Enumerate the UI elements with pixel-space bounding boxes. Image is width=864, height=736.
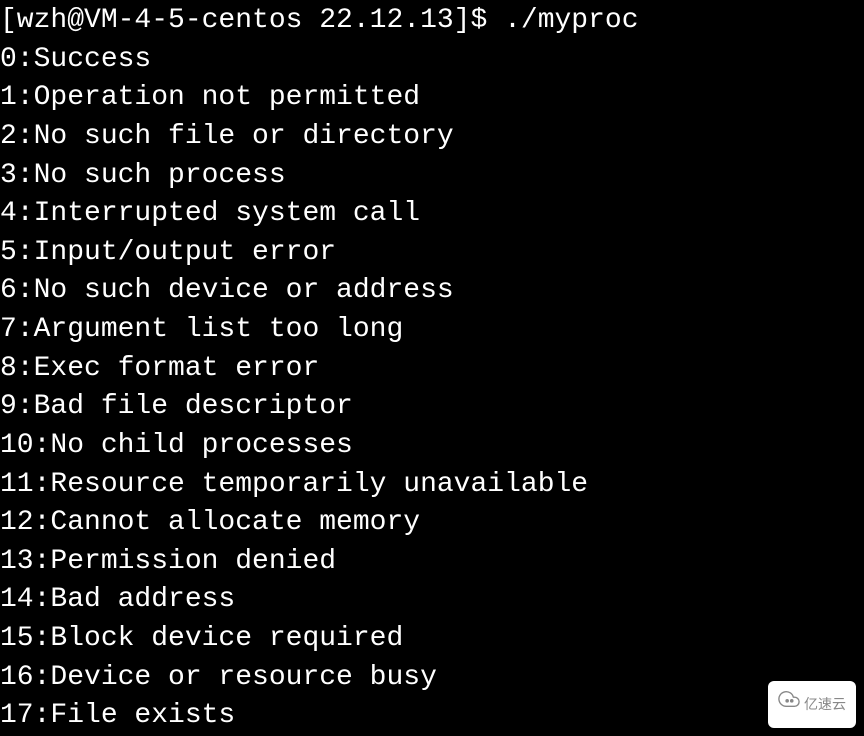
- command-prompt: [wzh@VM-4-5-centos 22.12.13]$ ./myproc: [0, 2, 864, 41]
- output-line: 0:Success: [0, 41, 864, 80]
- output-line: 11:Resource temporarily unavailable: [0, 466, 864, 505]
- terminal-window[interactable]: [wzh@VM-4-5-centos 22.12.13]$ ./myproc 0…: [0, 0, 864, 736]
- output-line: 16:Device or resource busy: [0, 659, 864, 698]
- output-line: 1:Operation not permitted: [0, 79, 864, 118]
- output-line: 15:Block device required: [0, 620, 864, 659]
- output-line: 17:File exists: [0, 697, 864, 736]
- watermark-text: 亿速云: [804, 695, 846, 714]
- output-line: 13:Permission denied: [0, 543, 864, 582]
- output-line: 4:Interrupted system call: [0, 195, 864, 234]
- output-line: 7:Argument list too long: [0, 311, 864, 350]
- output-line: 10:No child processes: [0, 427, 864, 466]
- output-line: 5:Input/output error: [0, 234, 864, 273]
- output-line: 8:Exec format error: [0, 350, 864, 389]
- output-line: 12:Cannot allocate memory: [0, 504, 864, 543]
- output-line: 2:No such file or directory: [0, 118, 864, 157]
- watermark-badge: 亿速云: [768, 681, 856, 728]
- cloud-icon: [778, 685, 800, 724]
- output-line: 3:No such process: [0, 157, 864, 196]
- output-line: 6:No such device or address: [0, 272, 864, 311]
- output-line: 9:Bad file descriptor: [0, 388, 864, 427]
- output-line: 14:Bad address: [0, 581, 864, 620]
